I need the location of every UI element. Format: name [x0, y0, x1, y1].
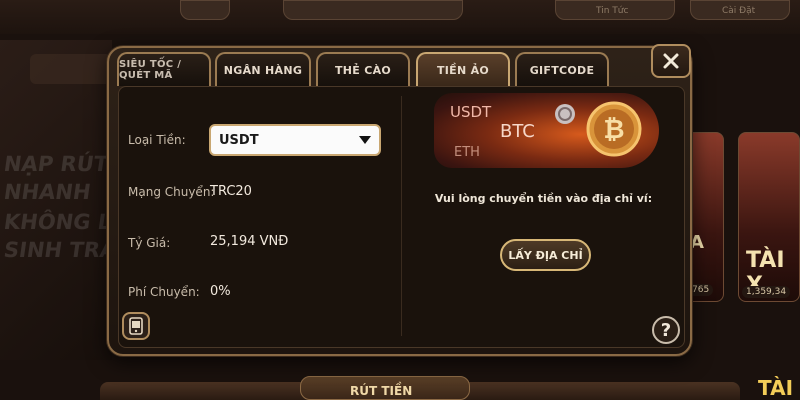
banner-usdt: USDT	[450, 103, 492, 121]
deposit-instruction: Vui lòng chuyển tiền vào địa chỉ ví:	[434, 192, 653, 205]
panel-divider	[401, 96, 402, 336]
tab-crypto[interactable]: TIỀN ẢO	[416, 52, 510, 86]
svg-text:₿: ₿	[603, 115, 624, 145]
lobby-logo: TÀI	[758, 376, 794, 400]
lobby-withdraw-label: RÚT TIỀN	[350, 384, 413, 398]
network-label: Mạng Chuyển:	[128, 185, 215, 199]
tab-card[interactable]: THẺ CÀO	[316, 52, 410, 86]
fee-label: Phí Chuyển:	[128, 285, 200, 299]
lobby-promo-line: NẠP RÚT	[2, 152, 110, 176]
lobby-promo-line: KHÔNG L	[2, 210, 113, 234]
tab-giftcode[interactable]: GIFTCODE	[515, 52, 609, 86]
lobby-promo-line: SINH TRẮ	[2, 238, 118, 262]
currency-select-value: USDT	[219, 132, 259, 148]
lobby-settings-label: Cài Đặt	[722, 6, 756, 16]
help-button[interactable]: ?	[652, 316, 680, 344]
chevron-down-icon	[359, 136, 371, 144]
lobby-news-label: Tin Tức	[596, 6, 629, 16]
tab-label: THẺ CÀO	[334, 63, 392, 77]
lobby-left-tab[interactable]	[30, 54, 112, 84]
banner-eth: ETH	[454, 145, 480, 160]
rate-value: 25,194 VNĐ	[210, 234, 289, 249]
rate-label: Tỷ Giá:	[128, 236, 171, 250]
close-icon	[663, 53, 679, 69]
crypto-banner: USDT BTC ETH ₿	[434, 93, 659, 168]
ripple-coin-icon	[555, 104, 575, 124]
currency-select[interactable]: USDT	[209, 124, 381, 156]
close-button[interactable]	[651, 44, 691, 78]
banner-btc: BTC	[500, 121, 535, 142]
tab-quick-scan[interactable]: SIÊU TỐC / QUÉT MÃ	[117, 52, 211, 86]
bitcoin-coin-icon: ₿	[586, 101, 642, 157]
get-address-button[interactable]: LẤY ĐỊA CHỈ	[500, 239, 591, 271]
lobby-game-card-amount: 1,359,34	[742, 286, 791, 298]
history-button[interactable]	[122, 312, 150, 340]
tab-label: SIÊU TỐC / QUÉT MÃ	[119, 59, 182, 81]
tab-label: GIFTCODE	[529, 63, 595, 77]
help-icon: ?	[660, 319, 672, 341]
lobby-balance-pill	[283, 0, 463, 20]
tab-label: TIỀN ẢO	[436, 63, 490, 77]
network-value: TRC20	[210, 184, 252, 199]
lobby-promo-line: NHANH	[2, 180, 93, 204]
fee-value: 0%	[210, 284, 231, 299]
currency-label: Loại Tiền:	[128, 133, 186, 147]
lobby-username-pill	[180, 0, 230, 20]
phone-icon	[129, 317, 143, 335]
lobby-game-card-title: A	[690, 232, 704, 253]
get-address-label: LẤY ĐỊA CHỈ	[508, 248, 583, 262]
tab-bank[interactable]: NGÂN HÀNG	[215, 52, 311, 86]
tab-label: NGÂN HÀNG	[223, 63, 303, 77]
